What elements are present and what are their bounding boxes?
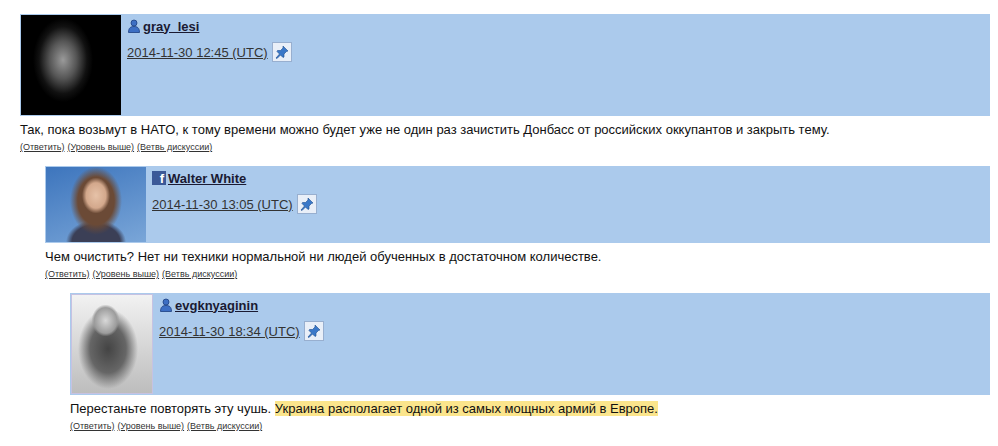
text-segment: Украина располагает одной из самых мощны… — [275, 401, 658, 416]
action-link[interactable]: (Ветвь дискуссии) — [162, 269, 237, 280]
comment-actions: (Ответить)(Уровень выше)(Ветвь дискуссии… — [45, 269, 990, 280]
user-avatar[interactable] — [46, 167, 146, 242]
pin-icon — [307, 324, 321, 338]
action-link[interactable]: (Уровень выше) — [117, 421, 184, 432]
action-link[interactable]: (Ветвь дискуссии) — [137, 142, 212, 153]
comment-text: Перестаньте повторять эту чушь. Украина … — [70, 401, 990, 417]
user-avatar[interactable] — [21, 15, 121, 115]
pin-icon — [300, 197, 314, 211]
comment-text: Чем очистить? Нет ни техники нормальной … — [45, 249, 990, 265]
user-avatar[interactable] — [71, 294, 153, 394]
action-link[interactable]: (Уровень выше) — [67, 142, 134, 153]
action-link[interactable]: (Ответить) — [70, 421, 114, 432]
comment-actions: (Ответить)(Уровень выше)(Ветвь дискуссии… — [70, 421, 990, 432]
comment: fWalter White 2014-11-30 13:05 (UTC) Чем о… — [45, 166, 990, 280]
facebook-icon[interactable]: f — [152, 171, 166, 185]
user-icon[interactable] — [159, 298, 173, 312]
username-link[interactable]: gray_lesi — [143, 19, 199, 34]
comment-header: fWalter White 2014-11-30 13:05 (UTC) — [45, 166, 990, 243]
comment: gray_lesi 2014-11-30 12:45 (UTC) Так, пока… — [20, 14, 990, 153]
comment-date-link[interactable]: 2014-11-30 12:45 (UTC) — [127, 45, 268, 60]
comment-actions: (Ответить)(Уровень выше)(Ветвь дискуссии… — [20, 142, 990, 153]
comment-header: evgknyaginin 2014-11-30 18:34 (UTC) — [70, 293, 990, 395]
text-segment: Чем очистить? Нет ни техники нормальной … — [45, 249, 601, 264]
comment: evgknyaginin 2014-11-30 18:34 (UTC) Перест… — [70, 293, 990, 432]
username-link[interactable]: Walter White — [168, 171, 246, 186]
text-segment: Перестаньте повторять эту чушь. — [70, 401, 275, 416]
username-link[interactable]: evgknyaginin — [175, 298, 258, 313]
action-link[interactable]: (Уровень выше) — [92, 269, 159, 280]
comment-thread: gray_lesi 2014-11-30 12:45 (UTC) Так, пока… — [0, 0, 998, 446]
pin-icon — [275, 45, 289, 59]
action-link[interactable]: (Ответить) — [45, 269, 89, 280]
comment-date-link[interactable]: 2014-11-30 13:05 (UTC) — [152, 197, 293, 212]
action-link[interactable]: (Ответить) — [20, 142, 64, 153]
action-link[interactable]: (Ветвь дискуссии) — [187, 421, 262, 432]
comment-header: gray_lesi 2014-11-30 12:45 (UTC) — [20, 14, 990, 116]
pin-button[interactable] — [304, 321, 324, 341]
text-segment: Так, пока возьмут в НАТО, к тому времени… — [20, 122, 830, 137]
pin-button[interactable] — [297, 194, 317, 214]
user-icon[interactable] — [127, 19, 141, 33]
comment-text: Так, пока возьмут в НАТО, к тому времени… — [20, 122, 990, 138]
pin-button[interactable] — [272, 42, 292, 62]
comment-date-link[interactable]: 2014-11-30 18:34 (UTC) — [159, 324, 300, 339]
